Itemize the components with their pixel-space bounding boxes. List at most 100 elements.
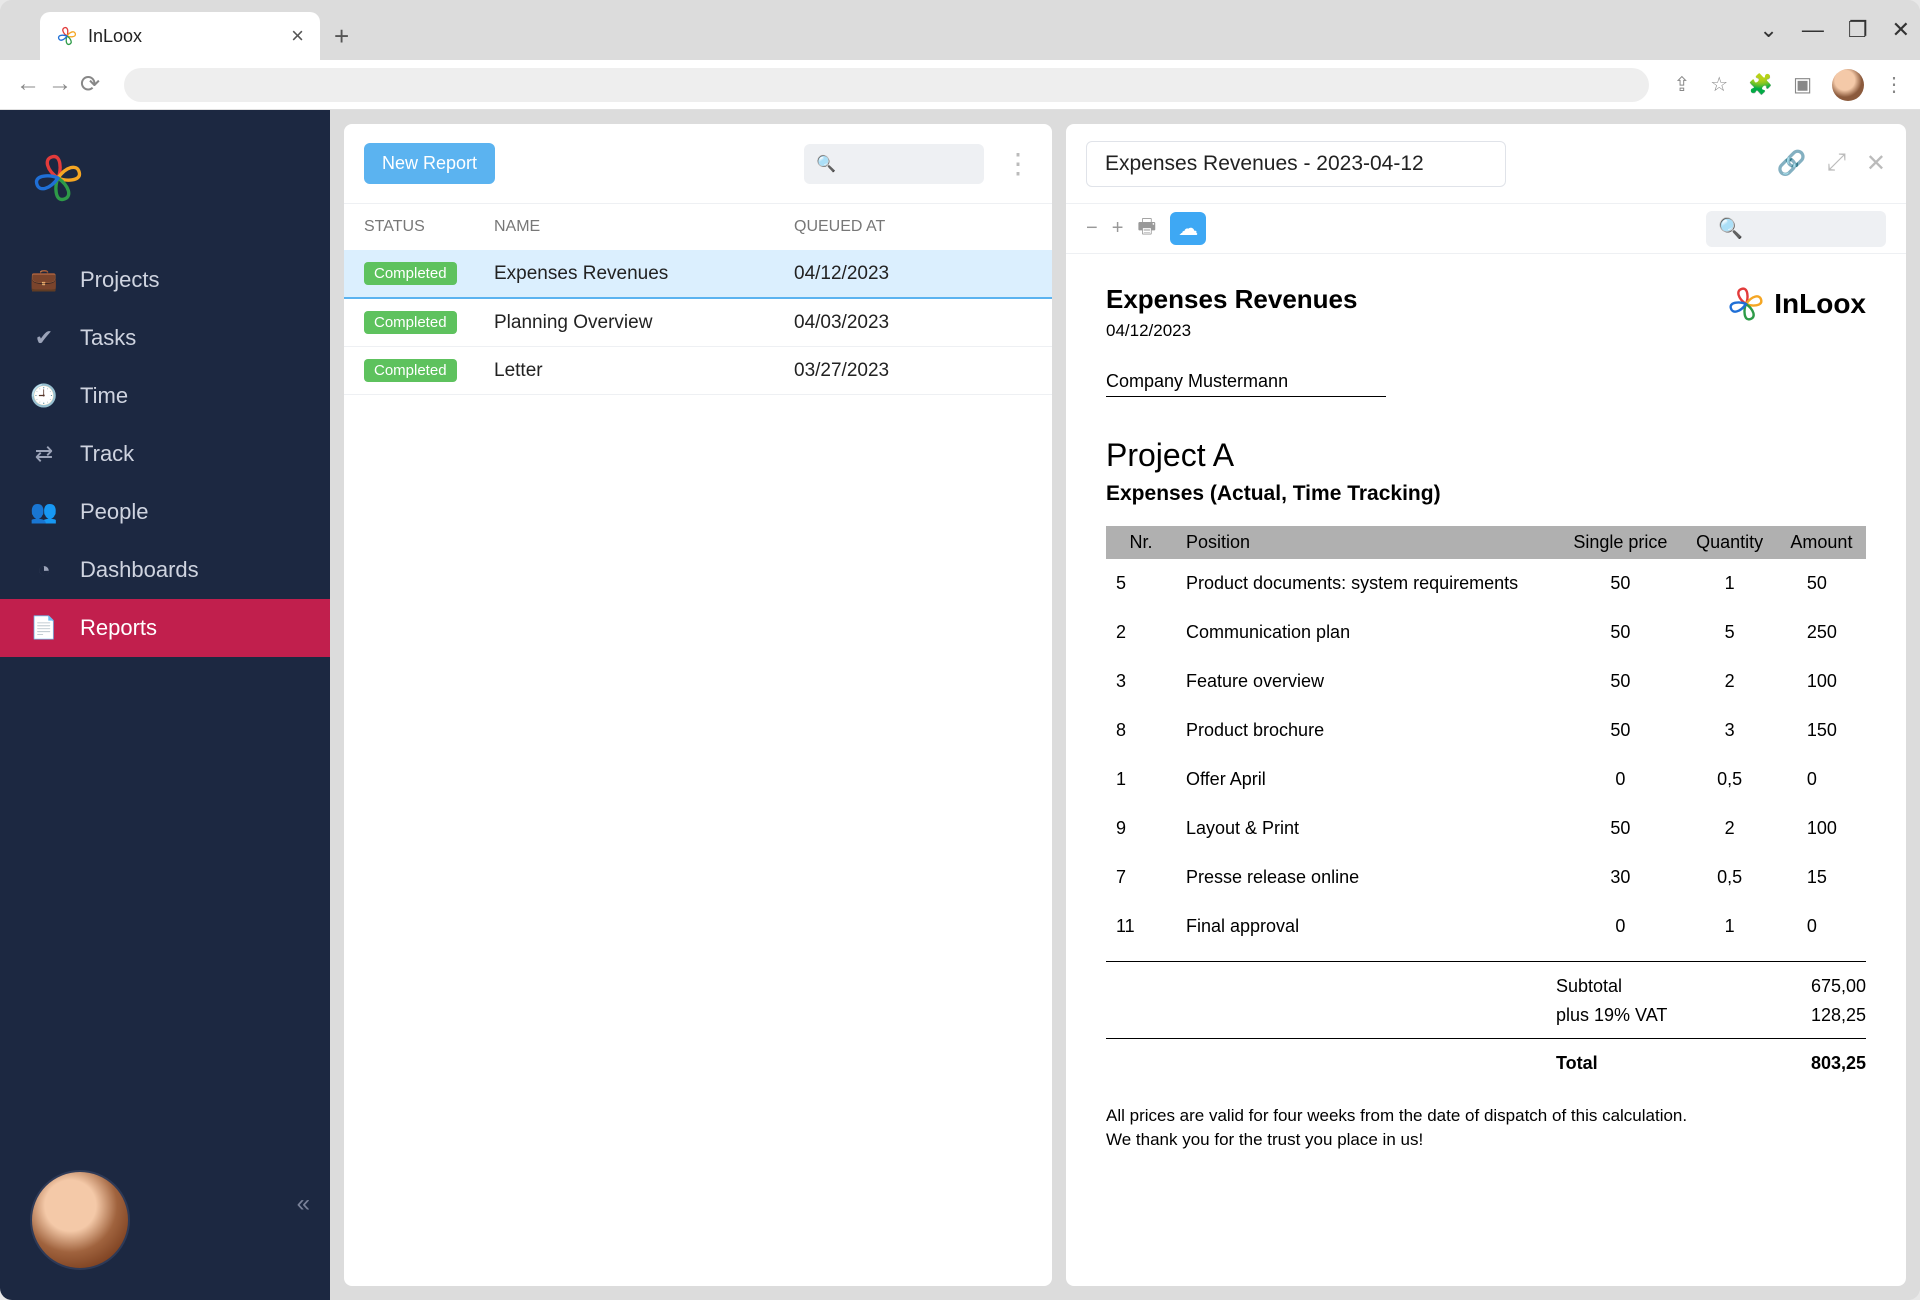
cell-amt: 50 <box>1777 559 1866 608</box>
subtotal-label: Subtotal <box>1556 976 1756 997</box>
expenses-table: Nr. Position Single price Quantity Amoun… <box>1106 526 1866 951</box>
piechart-icon: ◔ <box>30 557 58 583</box>
cell-qty: 0,5 <box>1682 853 1777 902</box>
th-qty: Quantity <box>1682 526 1777 559</box>
list-menu-icon[interactable]: ⋮ <box>1004 147 1032 180</box>
user-avatar[interactable] <box>30 1170 130 1270</box>
tab-close-icon[interactable]: × <box>291 23 304 49</box>
cell-amt: 150 <box>1777 706 1866 755</box>
url-bar[interactable] <box>124 68 1649 102</box>
search-icon: 🔍 <box>816 154 836 174</box>
table-row: 7Presse release online300,515 <box>1106 853 1866 902</box>
cell-price: 50 <box>1558 608 1682 657</box>
close-icon[interactable]: ✕ <box>1892 17 1910 43</box>
star-icon[interactable]: ☆ <box>1710 72 1728 97</box>
report-row[interactable]: CompletedLetter03/27/2023 <box>344 347 1052 395</box>
briefcase-icon: 💼 <box>30 267 58 293</box>
report-body: Expenses Revenues 04/12/2023 InLoox <box>1066 254 1906 1286</box>
sidebar-item-label: Tasks <box>80 325 136 351</box>
forward-icon[interactable]: → <box>48 70 72 99</box>
search-input[interactable]: 🔍 <box>804 144 984 184</box>
new-tab-icon[interactable]: + <box>334 21 349 52</box>
table-row: 1Offer April00,50 <box>1106 755 1866 804</box>
sidebar-item-time[interactable]: 🕘 Time <box>0 367 330 425</box>
browser-titlebar: InLoox × + ⌄ — ❐ ✕ <box>0 0 1920 60</box>
report-row[interactable]: CompletedExpenses Revenues04/12/2023 <box>344 250 1052 299</box>
table-row: 8Product brochure503150 <box>1106 706 1866 755</box>
cell-pos: Layout & Print <box>1176 804 1558 853</box>
minus-icon[interactable]: − <box>1086 217 1098 240</box>
row-name: Letter <box>494 360 794 382</box>
sidepanel-icon[interactable]: ▣ <box>1793 72 1812 97</box>
window-controls: ⌄ — ❐ ✕ <box>1759 17 1910 43</box>
check-circle-icon: ✔ <box>30 325 58 351</box>
report-search-input[interactable]: 🔍 <box>1706 211 1886 247</box>
close-panel-icon[interactable]: ✕ <box>1866 149 1886 178</box>
reload-icon[interactable]: ⟳ <box>80 70 100 99</box>
cell-pos: Offer April <box>1176 755 1558 804</box>
footer-line-1: All prices are valid for four weeks from… <box>1106 1104 1866 1128</box>
cell-nr: 5 <box>1106 559 1176 608</box>
sidebar-item-dashboards[interactable]: ◔Dashboards <box>0 541 330 599</box>
clock-icon: 🕘 <box>30 383 58 409</box>
cell-qty: 5 <box>1682 608 1777 657</box>
new-report-button[interactable]: New Report <box>364 143 495 184</box>
cell-amt: 100 <box>1777 657 1866 706</box>
sidebar-item-reports[interactable]: 📄Reports <box>0 599 330 657</box>
company-name: Company Mustermann <box>1106 371 1386 397</box>
app-main: 💼Projects ✔ Tasks 🕘 Time ⇄ Track 👥People◔Dashbo… <box>0 110 1920 1300</box>
table-row: 5Product documents: system requirements5… <box>1106 559 1866 608</box>
vat-value: 128,25 <box>1756 1005 1866 1026</box>
report-title-field[interactable]: Expenses Revenues - 2023-04-12 <box>1086 141 1506 187</box>
sidebar-item-label: Reports <box>80 615 157 641</box>
link-icon[interactable]: 🔗 <box>1777 149 1807 178</box>
cell-pos: Presse release online <box>1176 853 1558 902</box>
report-date: 04/12/2023 <box>1106 321 1357 341</box>
plus-icon[interactable]: + <box>1112 217 1124 240</box>
cloud-download-button[interactable]: ☁ <box>1170 212 1206 245</box>
sidebar-item-label: Time <box>80 383 128 409</box>
sidebar-item-projects[interactable]: 💼Projects <box>0 251 330 309</box>
collapse-sidebar-icon[interactable]: « <box>297 1190 310 1218</box>
sidebar-item-people[interactable]: 👥People <box>0 483 330 541</box>
th-nr: Nr. <box>1106 526 1176 559</box>
logo[interactable] <box>0 110 330 241</box>
cell-qty: 2 <box>1682 657 1777 706</box>
cell-price: 50 <box>1558 559 1682 608</box>
cell-pos: Feature overview <box>1176 657 1558 706</box>
cell-price: 50 <box>1558 657 1682 706</box>
chevron-down-icon[interactable]: ⌄ <box>1759 17 1777 43</box>
row-name: Expenses Revenues <box>494 263 794 285</box>
content-area: New Report 🔍 ⋮ STATUS NAME QUEUED AT Com… <box>330 110 1920 1300</box>
cell-nr: 11 <box>1106 902 1176 951</box>
minimize-icon[interactable]: — <box>1802 17 1824 43</box>
share-icon[interactable]: ⇪ <box>1673 72 1690 97</box>
cell-nr: 7 <box>1106 853 1176 902</box>
cell-pos: Communication plan <box>1176 608 1558 657</box>
collapse-icon[interactable]: ⤢ <box>1827 149 1846 178</box>
row-name: Planning Overview <box>494 312 794 334</box>
sidebar-item-label: Track <box>80 441 134 467</box>
browser-tab[interactable]: InLoox × <box>40 12 320 60</box>
sidebar-item-track[interactable]: ⇄ Track <box>0 425 330 483</box>
extensions-icon[interactable]: 🧩 <box>1748 72 1773 97</box>
search-icon: 🔍 <box>1718 216 1743 241</box>
swap-icon: ⇄ <box>30 441 58 467</box>
back-icon[interactable]: ← <box>16 70 40 99</box>
cell-pos: Final approval <box>1176 902 1558 951</box>
th-amt: Amount <box>1777 526 1866 559</box>
report-row[interactable]: CompletedPlanning Overview04/03/2023 <box>344 299 1052 347</box>
cell-price: 50 <box>1558 804 1682 853</box>
tab-title: InLoox <box>88 26 142 47</box>
maximize-icon[interactable]: ❐ <box>1848 17 1868 43</box>
th-pos: Position <box>1176 526 1558 559</box>
print-icon[interactable]: 🖶 <box>1137 212 1156 246</box>
cell-pos: Product brochure <box>1176 706 1558 755</box>
sidebar-item-tasks[interactable]: ✔ Tasks <box>0 309 330 367</box>
cell-qty: 0,5 <box>1682 755 1777 804</box>
sidebar-item-label: People <box>80 499 149 525</box>
report-subtitle: Expenses (Actual, Time Tracking) <box>1106 482 1866 506</box>
profile-avatar[interactable] <box>1832 69 1864 101</box>
reports-list-panel: New Report 🔍 ⋮ STATUS NAME QUEUED AT Com… <box>344 124 1052 1286</box>
kebab-menu-icon[interactable]: ⋮ <box>1884 72 1904 97</box>
